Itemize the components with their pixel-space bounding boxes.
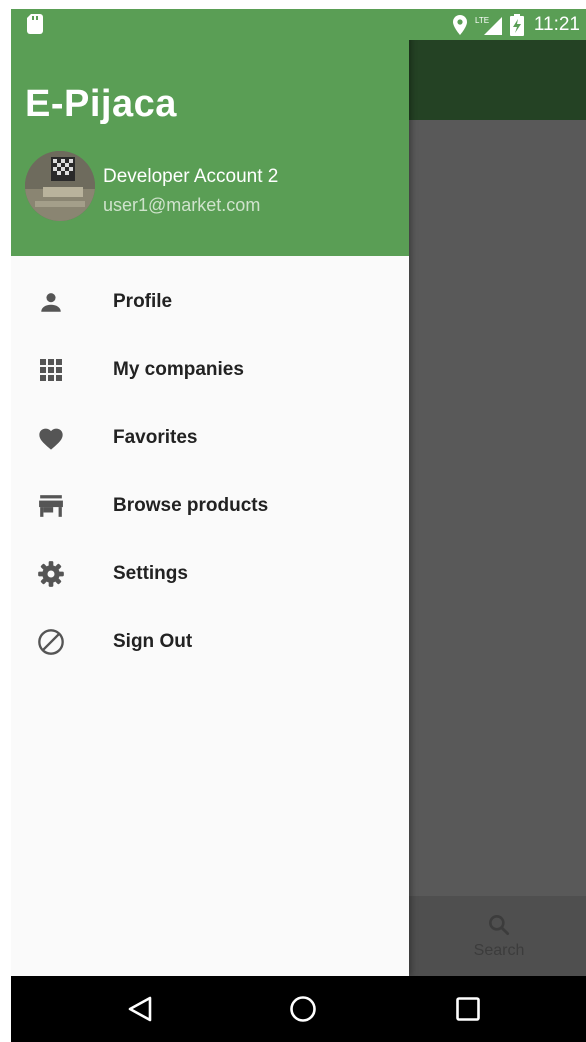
system-nav-bar [11, 976, 586, 1042]
store-icon [37, 492, 65, 520]
menu-item-sign-out[interactable]: Sign Out [11, 608, 409, 676]
block-icon [37, 628, 65, 656]
gear-icon [37, 560, 65, 588]
sd-card-icon [27, 14, 43, 34]
status-icons: LTE 11:21 [452, 12, 580, 37]
bottom-nav-search-tab[interactable]: Search [449, 896, 549, 976]
grid-icon [37, 356, 65, 384]
user-name: Developer Account 2 [103, 166, 279, 187]
recents-square-icon [456, 997, 480, 1021]
battery-charging-icon [509, 13, 524, 36]
navigation-drawer: E-Pijaca Developer Account 2 user1@marke… [11, 9, 409, 976]
drawer-menu: Profile My companies Favorites Browse pr… [11, 268, 409, 676]
status-bar: LTE 11:21 [11, 9, 586, 40]
menu-item-profile[interactable]: Profile [11, 268, 409, 336]
user-email: user1@market.com [103, 195, 261, 215]
menu-item-label: Browse products [113, 495, 269, 516]
menu-item-label: Favorites [113, 427, 198, 448]
nav-recents-button[interactable] [452, 993, 484, 1025]
menu-item-favorites[interactable]: Favorites [11, 404, 409, 472]
status-time: 11:21 [533, 13, 580, 35]
location-icon [452, 14, 467, 35]
menu-item-settings[interactable]: Settings [11, 540, 409, 608]
heart-icon [37, 424, 65, 452]
svg-text:LTE: LTE [475, 16, 489, 25]
nav-back-button[interactable] [124, 993, 156, 1025]
device-screen: Search E-Pijaca Developer Account 2 user… [11, 9, 586, 1042]
app-title: E-Pijaca [25, 83, 177, 125]
avatar-image [25, 151, 95, 221]
menu-item-my-companies[interactable]: My companies [11, 336, 409, 404]
menu-item-label: My companies [113, 359, 244, 380]
home-circle-icon [290, 996, 316, 1022]
nav-home-button[interactable] [287, 993, 319, 1025]
person-icon [37, 288, 65, 316]
drawer-header: E-Pijaca Developer Account 2 user1@marke… [11, 9, 409, 256]
menu-item-browse-products[interactable]: Browse products [11, 472, 409, 540]
search-icon [489, 915, 510, 936]
lte-signal-icon: LTE [475, 16, 502, 35]
search-tab-label: Search [473, 942, 525, 959]
back-triangle-icon [128, 996, 152, 1022]
avatar[interactable] [25, 151, 95, 221]
menu-item-label: Settings [113, 563, 188, 584]
menu-item-label: Profile [113, 291, 173, 312]
menu-item-label: Sign Out [113, 631, 193, 652]
